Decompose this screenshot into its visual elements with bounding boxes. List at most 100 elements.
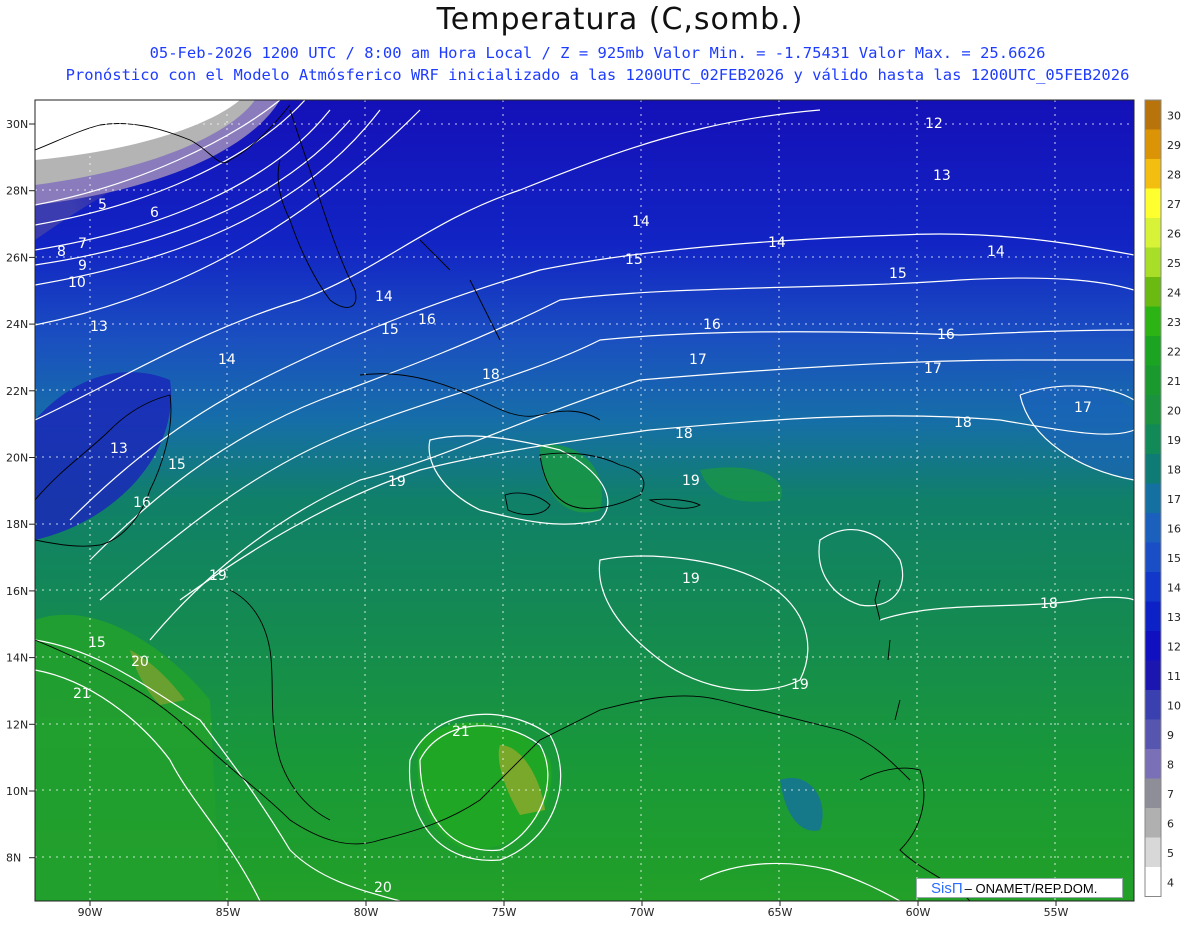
contour-label: 9 (78, 258, 87, 274)
sispi-logo: SisΠ (931, 879, 963, 897)
colorbar-label: 12 (1167, 641, 1181, 654)
lon-label: 70W (630, 906, 655, 919)
colorbar-label: 10 (1167, 700, 1181, 713)
contour-label: 10 (68, 275, 86, 291)
contour-label: 16 (418, 312, 436, 328)
colorbar-swatch (1145, 188, 1161, 218)
colorbar-swatch (1145, 395, 1161, 425)
contour-label: 14 (218, 352, 236, 368)
lat-label: 20N (6, 452, 28, 465)
contour-label: 19 (791, 677, 809, 693)
lon-label: 80W (354, 906, 379, 919)
colorbar-label: 29 (1167, 139, 1181, 152)
colorbar-swatch (1145, 277, 1161, 307)
contour-label: 14 (768, 235, 786, 251)
lat-label: 14N (6, 652, 28, 665)
colorbar-swatch (1145, 129, 1161, 159)
contour-label: 15 (88, 635, 106, 651)
contour-label: 15 (381, 322, 399, 338)
colorbar-swatch (1145, 247, 1161, 277)
lat-label: 30N (6, 118, 28, 131)
contour-label: 20 (131, 654, 149, 670)
lat-label: 8N (6, 852, 21, 865)
contour-label: 15 (889, 266, 907, 282)
colorbar-label: 5 (1167, 847, 1174, 860)
contour-label: 15 (625, 252, 643, 268)
contour-label: 17 (1074, 400, 1092, 416)
contour-label: 14 (632, 214, 650, 230)
colorbar-swatch (1145, 454, 1161, 484)
colorbar-label: 21 (1167, 375, 1181, 388)
colorbar-label: 20 (1167, 405, 1181, 418)
lon-label: 85W (216, 906, 241, 919)
colorbar-label: 8 (1167, 759, 1174, 772)
contour-label: 18 (1040, 596, 1058, 612)
contour-label: 18 (482, 367, 500, 383)
contour-label: 6 (150, 205, 159, 221)
colorbar-label: 27 (1167, 198, 1181, 211)
colorbar-swatch (1145, 631, 1161, 661)
colorbar-swatch (1145, 572, 1161, 602)
contour-label: 13 (110, 441, 128, 457)
colorbar-label: 30 (1167, 110, 1181, 123)
colorbar-label: 13 (1167, 611, 1181, 624)
contour-label: 17 (689, 352, 707, 368)
colorbar-label: 19 (1167, 434, 1181, 447)
contour-label: 7 (78, 236, 87, 252)
colorbar-swatch (1145, 867, 1161, 897)
colorbar-swatch (1145, 690, 1161, 720)
colorbar-swatch (1145, 808, 1161, 838)
temperature-map: 5 68 7910131413151614151618191915202121201… (6, 99, 1181, 919)
contour-label: 17 (924, 361, 942, 377)
lat-label: 28N (6, 185, 28, 198)
colorbar-swatch (1145, 778, 1161, 808)
contour-label: 8 (57, 244, 66, 260)
lat-label: 12N (6, 718, 28, 731)
colorbar-swatch (1145, 837, 1161, 867)
lon-label: 65W (768, 906, 793, 919)
lat-label: 22N (6, 385, 28, 398)
latitude-axis: 30N 28N 26N 24N 22N 20N 18N 16N 14N 12N 10N 8N (6, 118, 35, 865)
lat-label: 18N (6, 518, 28, 531)
contour-label: 20 (374, 880, 392, 896)
credit-text: – ONAMET/REP.DOM. (964, 880, 1098, 896)
map-field: 5 6 8 7 910 13 14 13 15 16 14 15 16 18 19 19 15 20 21 21 20 1… (35, 100, 1134, 901)
colorbar-label: 11 (1167, 670, 1181, 683)
contour-label: 21 (73, 686, 91, 702)
colorbar-swatch (1145, 218, 1161, 248)
colorbar-label: 24 (1167, 287, 1181, 300)
colorbar-swatch (1145, 483, 1161, 513)
colorbar-swatch (1145, 424, 1161, 454)
colorbar-label: 26 (1167, 228, 1181, 241)
colorbar-label: 6 (1167, 818, 1174, 831)
longitude-axis: 90W 85W 80W 75W 70W 65W 60W 55W (78, 901, 1069, 919)
lon-label: 55W (1044, 906, 1069, 919)
colorbar-label: 16 (1167, 523, 1181, 536)
colorbar-label: 4 (1167, 877, 1174, 890)
contour-label: 18 (675, 426, 693, 442)
contour-label: 19 (209, 568, 227, 584)
colorbar-swatch (1145, 336, 1161, 366)
colorbar-label: 17 (1167, 493, 1181, 506)
lat-label: 26N (6, 251, 28, 264)
contour-label: 16 (133, 495, 151, 511)
colorbar-swatch (1145, 719, 1161, 749)
contour-label: 13 (90, 319, 108, 335)
lat-label: 24N (6, 318, 28, 331)
colorbar-label: 15 (1167, 552, 1181, 565)
contour-label: 15 (168, 457, 186, 473)
colorbar-label: 14 (1167, 582, 1181, 595)
colorbar-swatch (1145, 306, 1161, 336)
contour-label: 16 (937, 327, 955, 343)
colorbar-swatch (1145, 100, 1161, 130)
colorbar-swatch (1145, 365, 1161, 395)
contour-label: 12 (925, 116, 943, 132)
colorbar-label: 9 (1167, 729, 1174, 742)
contour-label: 21 (452, 724, 470, 740)
contour-label: 19 (682, 571, 700, 587)
contour-label: 14 (987, 244, 1005, 260)
colorbar-label: 22 (1167, 346, 1181, 359)
contour-label: 16 (703, 317, 721, 333)
colorbar-swatch (1145, 513, 1161, 543)
colorbar-label: 23 (1167, 316, 1181, 329)
